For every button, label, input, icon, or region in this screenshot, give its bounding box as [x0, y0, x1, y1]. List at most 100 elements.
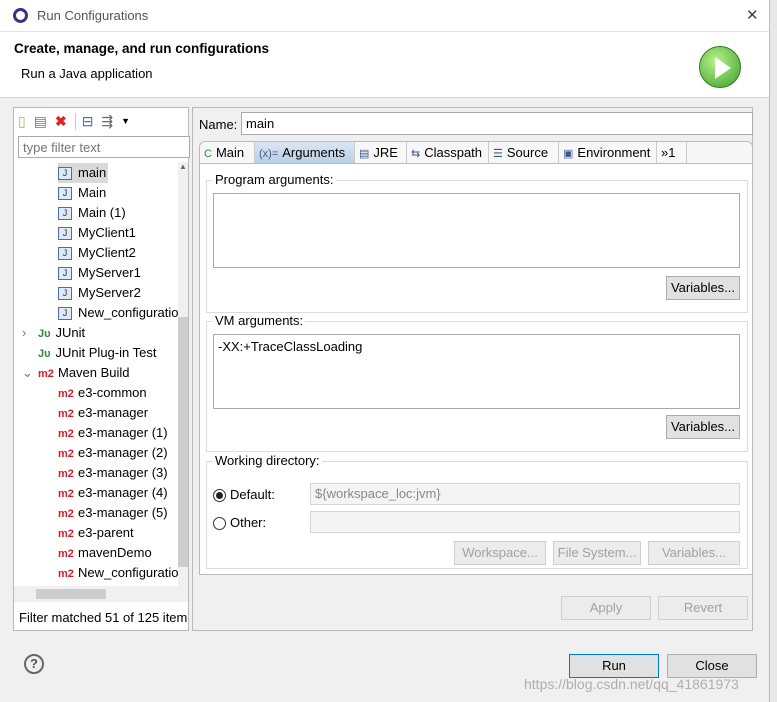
tree-item[interactable]: J Main (1) — [58, 203, 126, 223]
tab-label: Source — [506, 145, 549, 160]
duplicate-icon[interactable]: ▤ — [34, 113, 47, 130]
maven-icon: m2 — [58, 408, 74, 420]
close-button[interactable]: Close — [667, 654, 757, 678]
tree-horizontal-scrollbar[interactable] — [14, 586, 188, 602]
tab-label: »1 — [661, 145, 676, 160]
dialog-header: Create, manage, and run configurations R… — [0, 32, 770, 98]
tree-item[interactable]: m2 New_configuratio — [58, 563, 178, 583]
background-window-edge — [769, 0, 777, 702]
other-radio[interactable]: Other: — [213, 515, 267, 531]
tab-environment[interactable]: ▣ Environment — [559, 142, 657, 164]
java-app-icon: J — [58, 207, 72, 221]
tree-item[interactable]: J MyClient2 — [58, 243, 136, 263]
filter-icon[interactable]: ⇶ — [101, 113, 113, 130]
filter-input[interactable] — [18, 136, 190, 158]
tree-item-label: e3-manager (1) — [78, 425, 168, 440]
workspace-button[interactable]: Workspace... — [454, 541, 546, 565]
delete-icon[interactable]: ✖ — [55, 113, 67, 130]
tree-item[interactable]: m2 e3-parent — [58, 523, 134, 543]
vm-variables-button[interactable]: Variables... — [666, 415, 740, 439]
tab-icon: ▤ — [359, 148, 370, 160]
tree-item-label: Main (1) — [78, 205, 126, 220]
tab-main[interactable]: C Main — [200, 142, 255, 164]
expander-icon[interactable]: ⌄ — [22, 363, 38, 383]
new-config-icon[interactable]: ▯ — [18, 113, 26, 130]
java-app-icon: J — [58, 227, 72, 241]
watermark: https://blog.csdn.net/qq_41861973 — [524, 676, 739, 692]
maven-icon: m2 — [58, 568, 74, 580]
maven-icon: m2 — [58, 468, 74, 480]
tab-1[interactable]: »1 — [657, 142, 687, 164]
tab-source[interactable]: ☰ Source — [489, 142, 559, 164]
tree-vertical-scrollbar[interactable]: ▲ — [178, 162, 188, 586]
vm-arguments-textarea[interactable]: -XX:+TraceClassLoading — [213, 334, 740, 409]
tab-jre[interactable]: ▤ JRE — [355, 142, 407, 164]
junit-icon: Jᴜ — [38, 348, 51, 360]
expander-icon[interactable]: › — [22, 323, 38, 343]
filter-status: Filter matched 51 of 125 item — [19, 610, 188, 625]
apply-button[interactable]: Apply — [561, 596, 651, 620]
dropdown-icon[interactable]: ▼ — [121, 116, 130, 126]
name-input[interactable] — [241, 112, 753, 135]
tree-item[interactable]: m2 e3-manager (2) — [58, 443, 168, 463]
tree-item-label: e3-parent — [78, 525, 134, 540]
working-directory-group: Working directory: Default: ${workspace_… — [206, 453, 748, 569]
vm-arguments-label: VM arguments: — [213, 313, 306, 328]
tree-item[interactable]: J MyClient1 — [58, 223, 136, 243]
tab-label: Main — [215, 145, 245, 160]
tree-toolbar: ▯ ▤ ✖ ⊟ ⇶ ▼ — [18, 111, 130, 131]
java-app-icon: J — [58, 307, 72, 321]
tree-item[interactable]: › Jᴜ JUnit — [22, 323, 85, 343]
other-directory-input — [310, 511, 740, 533]
tree-item[interactable]: Jmain — [58, 163, 109, 183]
tree-item[interactable]: J MyServer2 — [58, 283, 141, 303]
tree-item-label: MyClient2 — [78, 245, 136, 260]
window-title: Run Configurations — [37, 8, 149, 23]
tab-classpath[interactable]: ⇆ Classpath — [407, 142, 489, 164]
program-arguments-group: Program arguments: Variables... — [206, 172, 748, 313]
tree-item[interactable]: m2 e3-common — [58, 383, 147, 403]
revert-button[interactable]: Revert — [658, 596, 748, 620]
tree-item-label: New_configuratio — [78, 565, 178, 580]
tree-item[interactable]: m2 e3-manager (4) — [58, 483, 168, 503]
tree-item-label: JUnit — [55, 325, 86, 340]
program-arguments-textarea[interactable] — [213, 193, 740, 268]
tree-item[interactable]: J MyServer1 — [58, 263, 141, 283]
tree-item[interactable]: m2 e3-manager (1) — [58, 423, 168, 443]
tab-icon: ⇆ — [411, 148, 421, 160]
tree-item-label: e3-manager — [78, 405, 149, 420]
java-app-icon: J — [58, 267, 72, 281]
other-radio-label: Other: — [230, 515, 267, 530]
default-directory-input: ${workspace_loc:jvm} — [310, 483, 740, 505]
run-button[interactable]: Run — [569, 654, 659, 678]
help-button[interactable]: ? — [24, 654, 44, 674]
tree-item[interactable]: Jᴜ JUnit Plug-in Test — [22, 343, 156, 363]
maven-icon: m2 — [58, 528, 74, 540]
tree-item[interactable]: m2 e3-manager — [58, 403, 148, 423]
tree-item[interactable]: J New_configuratio — [58, 303, 178, 323]
default-radio-label: Default: — [230, 487, 275, 502]
default-radio[interactable]: Default: — [213, 487, 275, 503]
collapse-all-icon[interactable]: ⊟ — [74, 112, 93, 130]
header-title: Create, manage, and run configurations — [14, 41, 270, 56]
file-system-button[interactable]: File System... — [553, 541, 641, 565]
program-arguments-label: Program arguments: — [213, 172, 336, 187]
working-dir-variables-button[interactable]: Variables... — [648, 541, 740, 565]
java-app-icon: J — [58, 187, 72, 201]
tree-item[interactable]: ⌄ m2 Maven Build — [22, 363, 130, 383]
vm-arguments-group: VM arguments: -XX:+TraceClassLoading Var… — [206, 313, 748, 452]
tree-item[interactable]: J Main — [58, 183, 106, 203]
tree-item[interactable]: m2 mavenDemo — [58, 543, 152, 563]
tree-item-label: e3-common — [78, 385, 147, 400]
tab-arguments[interactable]: (x)= Arguments — [255, 142, 355, 164]
tree-item[interactable]: m2 e3-manager (3) — [58, 463, 168, 483]
tab-label: Environment — [577, 145, 651, 160]
tree-item-label: MyServer1 — [78, 265, 141, 280]
close-window-button[interactable]: ✕ — [746, 6, 759, 24]
tree-item[interactable]: m2 e3-manager (5) — [58, 503, 168, 523]
maven-icon: m2 — [58, 428, 74, 440]
program-variables-button[interactable]: Variables... — [666, 276, 740, 300]
config-tree-panel: ▯ ▤ ✖ ⊟ ⇶ ▼ JmainJMainJMain (1)JMyClient… — [13, 107, 190, 631]
java-app-icon: J — [58, 247, 72, 261]
tree-item-label: MyClient1 — [78, 225, 136, 240]
